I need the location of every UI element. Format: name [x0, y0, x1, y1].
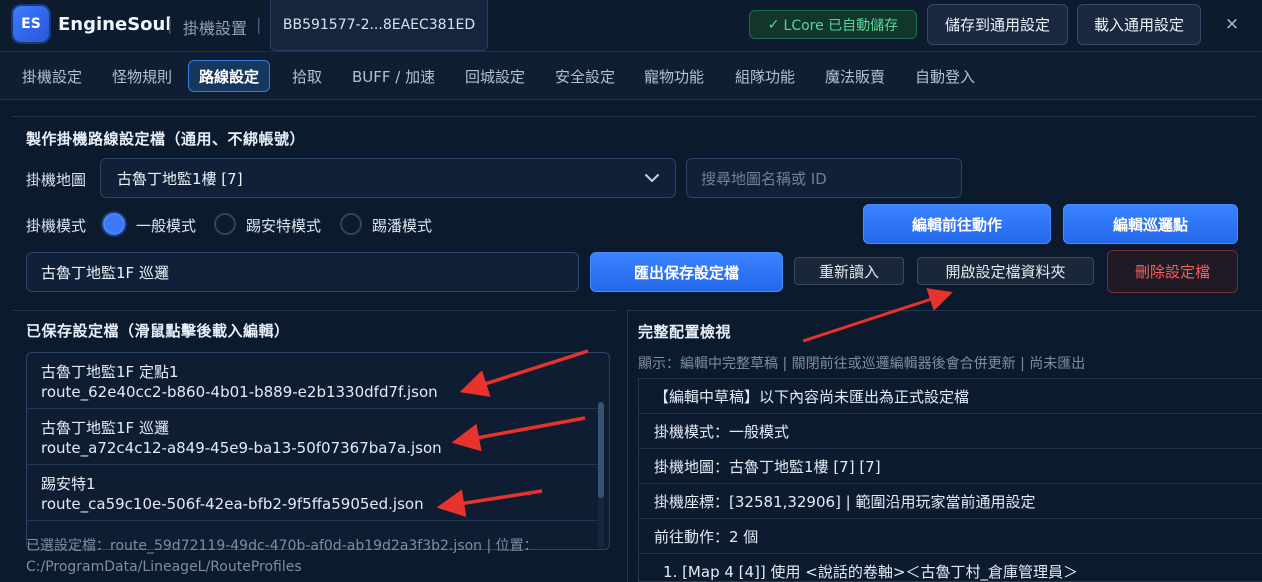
open-profile-folder-button[interactable]: 開啟設定檔資料夾	[917, 257, 1094, 285]
map-label: 掛機地圖	[26, 171, 87, 189]
profile-file: route_a72c4c12-a849-45e9-ba13-50f07367ba…	[41, 439, 442, 457]
check-icon: ✓	[767, 16, 780, 33]
mode-ant-radio[interactable]	[214, 213, 236, 235]
edit-forward-action-button[interactable]: 編輯前往動作	[863, 204, 1051, 244]
tab-idle-settings[interactable]: 掛機設定	[12, 60, 92, 92]
profile-name-input[interactable]: 古魯丁地監1F 巡邏	[26, 252, 579, 292]
preview-line: 掛機座標：[32581,32906] | 範圍沿用玩家當前通用設定	[639, 484, 1262, 519]
autosave-status-badge: ✓ LCore 已自動儲存	[749, 10, 917, 39]
mode-normal-label: 一般模式	[136, 217, 197, 235]
preview-line: 【編輯中草稿】以下內容尚未匯出為正式設定檔	[639, 379, 1262, 414]
list-item[interactable]: 踢安特1 route_ca59c10e-506f-42ea-bfb2-9f5ff…	[27, 465, 599, 521]
list-item[interactable]: 古魯丁地監1F 巡邏 route_a72c4c12-a849-45e9-ba13…	[27, 409, 599, 465]
preview-box: 【編輯中草稿】以下內容尚未匯出為正式設定檔 掛機模式：一般模式 掛機地圖：古魯丁…	[638, 378, 1262, 582]
tab-monster-rules[interactable]: 怪物規則	[102, 60, 182, 92]
route-maker-title: 製作掛機路線設定檔（通用、不綁帳號）	[26, 130, 306, 148]
mode-pan-radio[interactable]	[340, 213, 362, 235]
export-save-profile-button[interactable]: 匯出保存設定檔	[590, 252, 783, 292]
preview-hint: 顯示：編輯中完整草稿 | 關閉前往或巡邏編輯器後會合併更新 | 尚未匯出	[638, 356, 1086, 372]
profile-name: 踢安特1	[41, 475, 96, 493]
mode-ant-label: 踢安特模式	[246, 217, 322, 235]
saved-profiles-title: 已保存設定檔（滑鼠點擊後載入編輯）	[26, 322, 290, 340]
profile-name: 古魯丁地監1F 定點1	[41, 363, 179, 381]
tab-auto-login[interactable]: 自動登入	[905, 60, 985, 92]
app-logo: ES	[13, 6, 49, 42]
save-general-settings-button[interactable]: 儲存到通用設定	[927, 4, 1068, 45]
title-separator: |	[167, 15, 173, 34]
title-separator: |	[256, 15, 262, 34]
full-preview-title: 完整配置檢視	[638, 323, 732, 341]
preview-line: 掛機模式：一般模式	[639, 414, 1262, 449]
preview-line: 掛機地圖：古魯丁地監1樓 [7] [7]	[639, 449, 1262, 484]
tab-buff-speed[interactable]: BUFF / 加速	[342, 60, 445, 92]
delete-profile-button[interactable]: 刪除設定檔	[1107, 250, 1238, 293]
edit-patrol-points-button[interactable]: 編輯巡邏點	[1063, 204, 1238, 244]
profile-file: route_ca59c10e-506f-42ea-bfb2-9f5ffa5905…	[41, 495, 424, 513]
map-selected-value: 古魯丁地監1樓 [7]	[117, 169, 243, 188]
account-id-badge: BB591577-2...8EAEC381ED	[270, 0, 488, 51]
map-search-input[interactable]: 搜尋地圖名稱或 ID	[686, 158, 962, 198]
selected-profile-info: 已選設定檔：route_59d72119-49dc-470b-af0d-ab19…	[26, 538, 538, 575]
preview-line: 前往動作：2 個	[639, 519, 1262, 554]
tab-safety[interactable]: 安全設定	[545, 60, 625, 92]
tab-loot[interactable]: 拾取	[282, 60, 332, 92]
close-icon[interactable]: ×	[1222, 14, 1242, 34]
autosave-status-text: LCore 已自動儲存	[783, 17, 899, 34]
mode-label: 掛機模式	[26, 217, 87, 235]
title-bar: ES EngineSoul | 掛機設置 | BB591577-2...8EAE…	[0, 0, 1262, 52]
tab-return-town[interactable]: 回城設定	[455, 60, 535, 92]
profile-name: 古魯丁地監1F 巡邏	[41, 419, 169, 437]
load-general-settings-button[interactable]: 載入通用設定	[1077, 4, 1201, 45]
preview-line: 1. [Map 4 [4]] 使用 <說話的卷軸>＜古魯丁村_倉庫管理員＞	[663, 563, 1078, 581]
map-select[interactable]: 古魯丁地監1樓 [7]	[100, 158, 676, 198]
mode-normal-radio[interactable]	[103, 213, 125, 235]
reload-button[interactable]: 重新讀入	[794, 257, 904, 285]
tab-bar: 掛機設定 怪物規則 路線設定 拾取 BUFF / 加速 回城設定 安全設定 寵物…	[0, 52, 1262, 100]
app-name: EngineSoul	[58, 14, 172, 35]
tab-party[interactable]: 組隊功能	[725, 60, 805, 92]
tab-magic-shop[interactable]: 魔法販賣	[815, 60, 895, 92]
tab-pet[interactable]: 寵物功能	[634, 60, 714, 92]
list-item[interactable]: 古魯丁地監1F 定點1 route_62e40cc2-b860-4b01-b88…	[27, 353, 599, 409]
window-subtitle: 掛機設置	[183, 19, 248, 38]
mode-pan-label: 踢潘模式	[372, 217, 433, 235]
tab-route-settings[interactable]: 路線設定	[188, 60, 271, 92]
chevron-down-icon	[645, 174, 659, 182]
saved-profiles-list: 古魯丁地監1F 定點1 route_62e40cc2-b860-4b01-b88…	[26, 352, 610, 550]
list-scrollbar-thumb[interactable]	[598, 402, 604, 498]
profile-file: route_62e40cc2-b860-4b01-b889-e2b1330dfd…	[41, 383, 438, 401]
